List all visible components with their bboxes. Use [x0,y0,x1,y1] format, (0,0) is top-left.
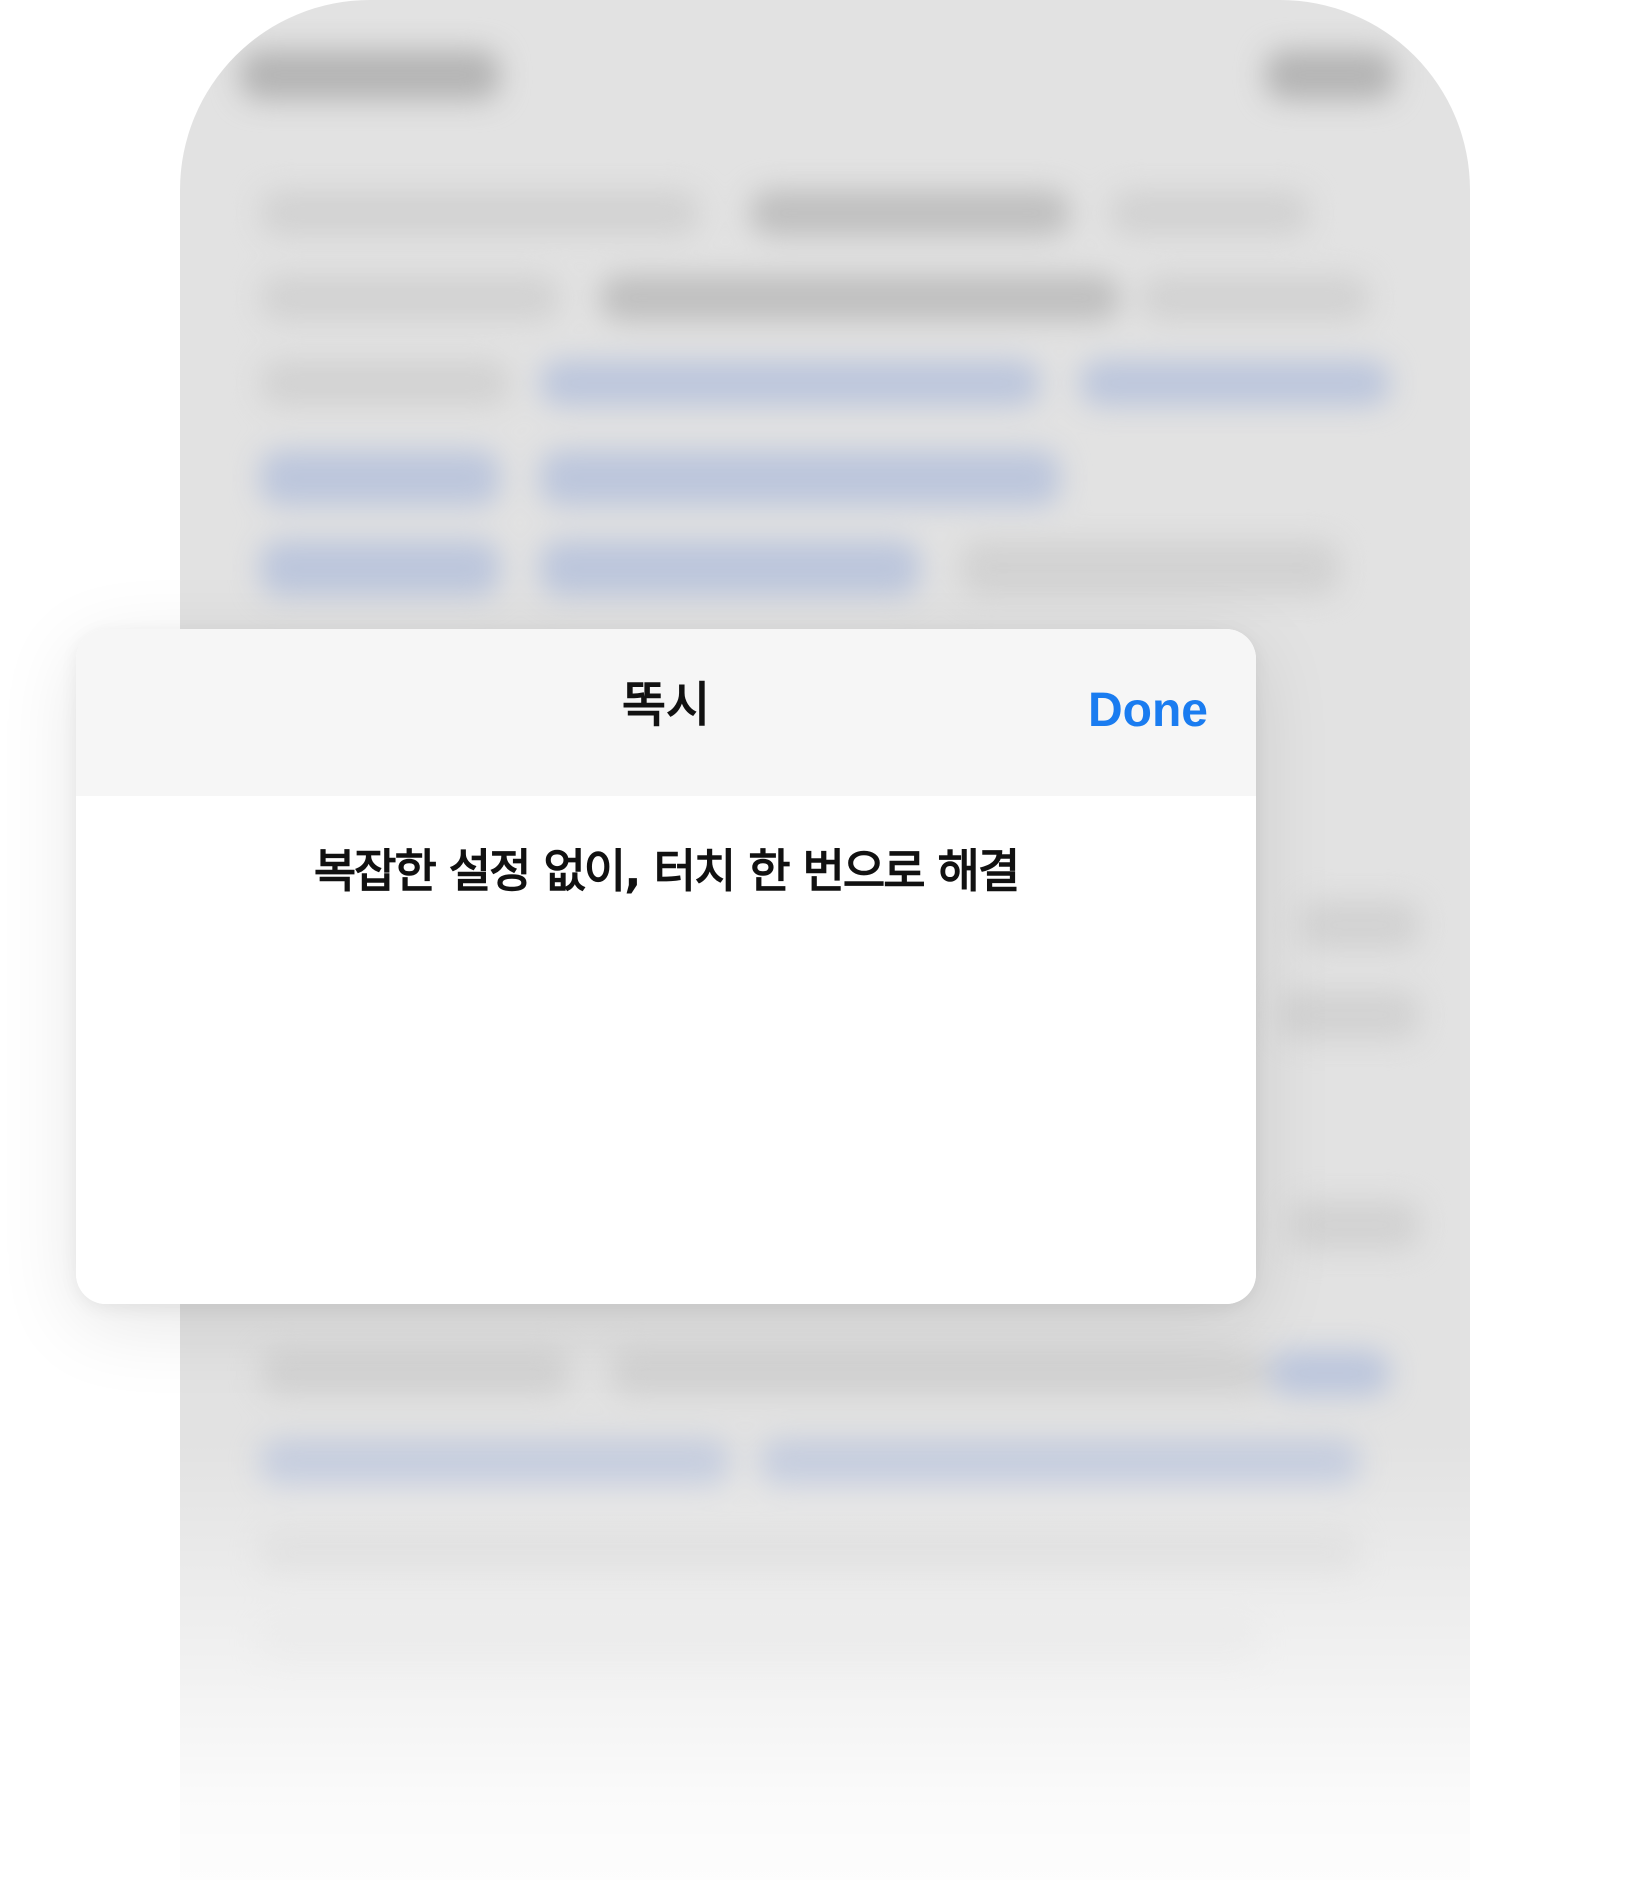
popover-sheet: 똑시 Done [76,629,1256,1304]
sheet-header: 똑시 Done [76,629,1256,796]
sheet-title: 똑시 [621,677,711,733]
bottom-fade [180,1440,1470,1880]
screen: 똑시 Done 복잡한 설정 없이, 터치 한 번으로 해결 [0,0,1648,1880]
done-button[interactable]: Done [1088,687,1208,735]
sheet-message: 복잡한 설정 없이, 터치 한 번으로 해결 [313,844,1020,898]
